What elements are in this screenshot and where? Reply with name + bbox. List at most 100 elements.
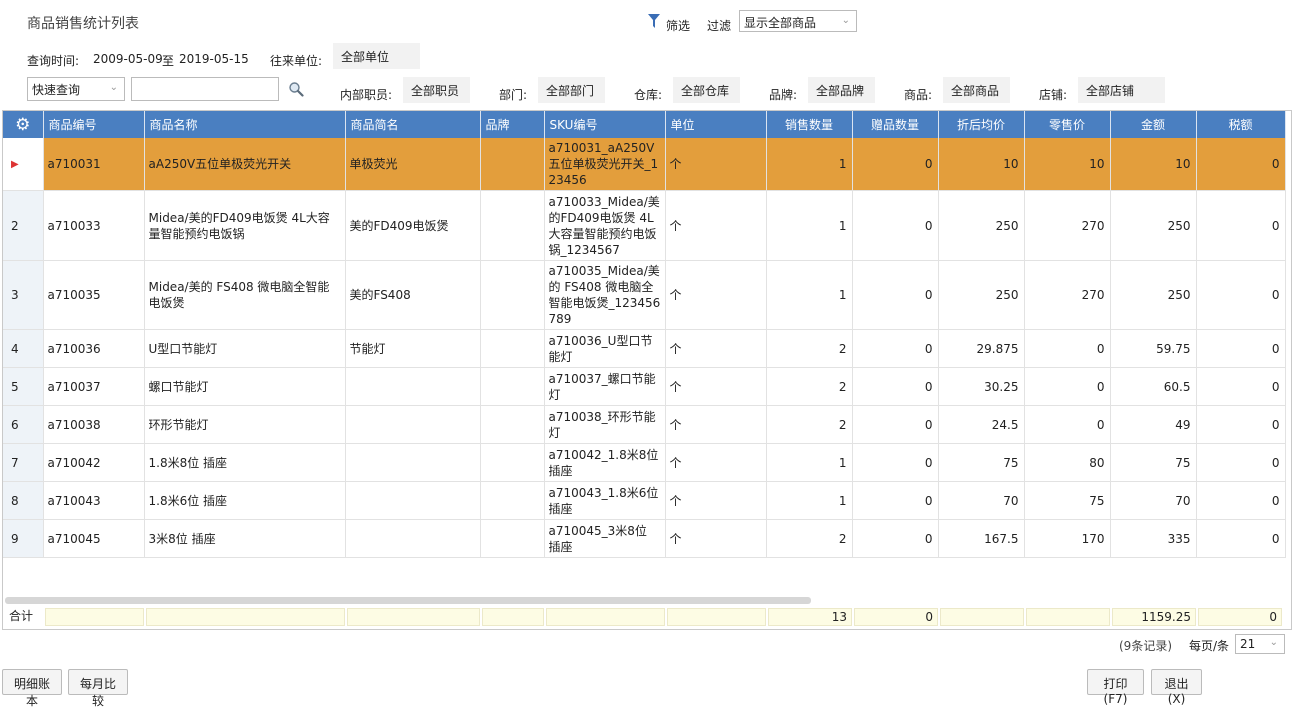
table-row[interactable]: 4 a710036 U型口节能灯 节能灯 a710036_U型口节能灯个 2 0 29.875…: [3, 329, 1286, 368]
cell-code: a710045: [43, 519, 145, 558]
cell-name: Midea/美的 FS408 微电脑全智能电饭煲: [144, 260, 346, 330]
horizontal-scrollbar[interactable]: [5, 597, 811, 604]
filter-select[interactable]: 显示全部商品 ⌄: [739, 10, 857, 32]
cell-gift: 0: [852, 405, 939, 444]
cell-short: [345, 519, 481, 558]
quick-query-select[interactable]: 快速查询 ⌄: [27, 77, 125, 101]
gear-icon[interactable]: ⚙: [15, 115, 30, 135]
column-header[interactable]: 品牌: [480, 111, 545, 138]
column-header[interactable]: 赠品数量: [852, 111, 939, 138]
brand-field[interactable]: 全部品牌: [808, 77, 875, 103]
cell-unit: 个: [665, 405, 767, 444]
per-page-value: 21: [1240, 637, 1256, 651]
cell-short: 美的FS408: [345, 260, 481, 330]
table-row[interactable]: 9 a710045 3米8位 插座 a710045_3米8位 插座个 2 0 167.5 17…: [3, 519, 1286, 558]
totals-amount: 1159.25: [1112, 608, 1196, 626]
column-header[interactable]: SKU编号: [544, 111, 666, 138]
cell-qty: 2: [766, 519, 853, 558]
print-button[interactable]: 打印(F7): [1087, 669, 1144, 706]
column-header[interactable]: 折后均价: [938, 111, 1025, 138]
search-icon[interactable]: [288, 81, 304, 97]
table-row[interactable]: 3 a710035 Midea/美的 FS408 微电脑全智能电饭煲 美的FS408 a…: [3, 260, 1286, 330]
date-to[interactable]: 2019-05-15: [179, 52, 249, 66]
cell-amount: 250: [1110, 260, 1197, 330]
cell-brand: [480, 190, 545, 261]
per-page-select[interactable]: 21 ⌄: [1235, 634, 1285, 654]
product-field[interactable]: 全部商品: [943, 77, 1010, 103]
cell-name: 螺口节能灯: [144, 367, 346, 406]
table-row[interactable]: 8 a710043 1.8米6位 插座 a710043_1.8米6位插座个 1 0 70 75…: [3, 481, 1286, 520]
cell-retail: 170: [1024, 519, 1111, 558]
cell-retail: 10: [1024, 138, 1111, 191]
cell-retail: 0: [1024, 405, 1111, 444]
cell-amount: 60.5: [1110, 367, 1197, 406]
cell-avg: 70: [938, 481, 1025, 520]
table-row[interactable]: 7 a710042 1.8米8位 插座 a710042_1.8米8位插座个 1 0 75 80…: [3, 443, 1286, 482]
row-number: 6: [3, 405, 44, 444]
store-field[interactable]: 全部店铺: [1078, 77, 1165, 103]
cell-amount: 335: [1110, 519, 1197, 558]
filter-icon[interactable]: [648, 14, 660, 28]
date-from[interactable]: 2009-05-09: [93, 52, 163, 66]
totals-cell: [146, 608, 345, 626]
row-number: ▶: [3, 138, 44, 191]
cell-sku: a710037_螺口节能灯: [544, 367, 666, 406]
quick-query-value: 快速查询: [32, 83, 81, 97]
dept-field[interactable]: 全部部门: [538, 77, 605, 103]
cell-avg: 250: [938, 190, 1025, 261]
exit-button[interactable]: 退出(X): [1151, 669, 1202, 706]
table-row[interactable]: 6 a710038 环形节能灯 a710038_环形节能灯个 2 0 24.5 0 49 0: [3, 405, 1286, 444]
cell-gift: 0: [852, 138, 939, 191]
cell-name: 3米8位 插座: [144, 519, 346, 558]
column-header[interactable]: 销售数量: [766, 111, 853, 138]
cell-code: a710043: [43, 481, 145, 520]
cell-name: 1.8米6位 插座: [144, 481, 346, 520]
filter-button[interactable]: 筛选: [666, 17, 690, 34]
cell-short: 节能灯: [345, 329, 481, 368]
column-header[interactable]: 零售价: [1024, 111, 1111, 138]
cell-retail: 75: [1024, 481, 1111, 520]
totals-cell: [940, 608, 1024, 626]
cell-code: a710037: [43, 367, 145, 406]
cell-amount: 75: [1110, 443, 1197, 482]
totals-cell: [45, 608, 144, 626]
settings-header[interactable]: ⚙: [3, 111, 44, 138]
cell-unit: 个: [665, 367, 767, 406]
column-header[interactable]: 金额: [1110, 111, 1197, 138]
warehouse-field[interactable]: 全部仓库: [673, 77, 740, 103]
cell-amount: 70: [1110, 481, 1197, 520]
cell-brand: [480, 260, 545, 330]
cell-retail: 270: [1024, 190, 1111, 261]
record-count: (9条记录): [1119, 639, 1172, 653]
row-number: 8: [3, 481, 44, 520]
column-header[interactable]: 商品简名: [345, 111, 481, 138]
column-header[interactable]: 税额: [1196, 111, 1286, 138]
quick-query-input[interactable]: [131, 77, 279, 101]
cell-retail: 0: [1024, 329, 1111, 368]
table-row[interactable]: 2 a710033 Midea/美的FD409电饭煲 4L大容量智能预约电饭锅 美的F…: [3, 190, 1286, 261]
detail-ledger-button[interactable]: 明细账本: [2, 669, 62, 708]
cell-sku: a710033_Midea/美的FD409电饭煲 4L大容量智能预约电饭锅_12…: [544, 190, 666, 261]
table-row[interactable]: 5 a710037 螺口节能灯 a710037_螺口节能灯个 2 0 30.25 0 60.5 0: [3, 367, 1286, 406]
totals-row: 合计 13 0 1159.25 0: [3, 607, 1291, 627]
totals-tax: 0: [1198, 608, 1282, 626]
column-header[interactable]: 商品名称: [144, 111, 346, 138]
cell-code: a710038: [43, 405, 145, 444]
monthly-compare-button[interactable]: 每月比较: [68, 669, 128, 708]
partner-field[interactable]: 全部单位: [333, 43, 420, 69]
table-row[interactable]: ▶ a710031 aA250V五位单极荧光开关 单极荧光 a710031_aA250V…: [3, 138, 1286, 191]
cell-unit: 个: [665, 481, 767, 520]
staff-field[interactable]: 全部职员: [403, 77, 470, 103]
cell-unit: 个: [665, 190, 767, 261]
cell-qty: 2: [766, 329, 853, 368]
brand-label: 品牌:: [769, 88, 798, 102]
cell-qty: 1: [766, 443, 853, 482]
column-header[interactable]: 商品编号: [43, 111, 145, 138]
cell-unit: 个: [665, 260, 767, 330]
cell-sku: a710036_U型口节能灯: [544, 329, 666, 368]
cell-brand: [480, 367, 545, 406]
cell-code: a710031: [43, 138, 145, 191]
cell-avg: 250: [938, 260, 1025, 330]
cell-brand: [480, 329, 545, 368]
column-header[interactable]: 单位: [665, 111, 767, 138]
